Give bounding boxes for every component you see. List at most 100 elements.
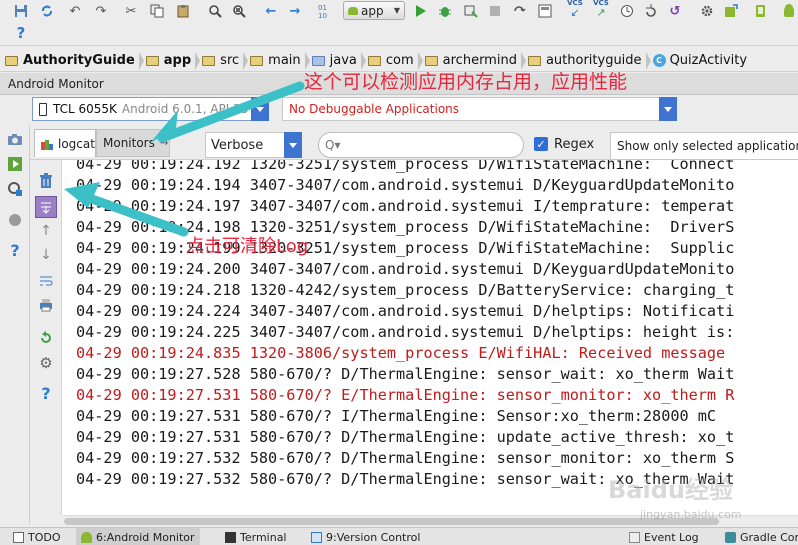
event-log-icon [629,531,640,543]
run-config-label: app [361,3,384,18]
help-icon[interactable]: ? [12,24,30,42]
vcs-update-icon[interactable]: VCS ↙ [566,0,584,18]
search-input[interactable]: Q▾ [318,132,524,158]
process-select[interactable]: No Debuggable Applications [282,97,677,121]
filter-select[interactable]: Show only selected application [610,132,798,160]
log-line: 04-29 00:19:24.225 3407-3407/com.android… [76,323,735,341]
tab-todo-label: TODO [28,530,61,544]
tab-android-monitor-label: Android Monitor [106,530,195,544]
debug-icon[interactable] [436,2,454,20]
android-icon [348,6,358,15]
help-icon[interactable]: ? [37,384,55,403]
settings-icon[interactable] [698,2,716,20]
tab-logcat[interactable]: logcat [34,129,96,157]
logcat-icon [41,139,53,150]
chevron-down-icon[interactable] [284,132,302,158]
device-select[interactable]: TCL 6055K Android 6.0.1, API 23 [32,97,269,121]
screenshot-icon[interactable] [6,130,24,148]
log-action-strip: ↑ ↓ ⚙ ? [30,160,62,515]
tab-prefix: 6: [96,530,107,544]
help-icon[interactable]: ? [6,241,24,260]
vcs-commit-icon[interactable]: VCS ↗ [592,0,610,18]
apply-changes-icon[interactable] [510,2,528,20]
log-line: 04-29 00:19:24.835 1320-3806/system_proc… [76,344,735,362]
annotation-monitor-note: 这个可以检测应用内存占用，应用性能 [304,71,628,93]
tab-todo[interactable]: TODO [8,528,66,545]
system-info-icon[interactable] [6,180,24,198]
android-device-icon[interactable] [780,2,798,20]
replace-icon[interactable] [230,2,248,20]
arrow-down-icon[interactable]: ↓ [37,246,55,264]
soft-wrap-icon[interactable] [37,272,55,290]
tab-version-control[interactable]: 9: Version Control [306,528,425,545]
clear-log-icon[interactable] [37,172,55,190]
redo-icon[interactable]: ↷ [92,2,110,20]
android-icon [81,531,92,543]
breadcrumb-label: QuizActivity [669,53,748,68]
tab-monitors[interactable]: Monitors → [96,129,170,157]
scrollbar-thumb[interactable] [64,518,719,525]
attach-debugger-icon[interactable] [462,2,480,20]
search-icon: Q▾ [325,138,341,152]
breadcrumb-label: archermind [442,53,517,68]
version-control-icon [311,531,322,543]
breadcrumb-label: app [163,53,192,68]
breadcrumb-item-project[interactable]: AuthorityGuide [0,50,144,72]
regex-checkbox[interactable]: ✓ [534,137,548,151]
main-toolbar: ↶ ↷ ✂ ← → 01 10 app ▼ VCS ↙ VCS ↗ ↺ ? [0,0,798,46]
package-icon [527,55,541,66]
log-line: 04-29 00:19:24.194 3407-3407/com.android… [76,176,735,194]
cut-icon[interactable]: ✂ [122,2,140,20]
log-line: 04-29 00:19:27.531 580-670/? D/ThermalEn… [76,428,735,446]
arrow-up-icon[interactable]: ↑ [37,222,55,240]
make-project-icon[interactable]: 01 10 [316,2,334,20]
tab-monitors-label: Monitors [103,136,155,150]
undo-icon[interactable]: ↶ [66,2,84,20]
class-icon: C [652,54,666,67]
breadcrumb-item-quizactivity[interactable]: C QuizActivity [648,50,754,72]
tab-android-monitor[interactable]: 6: Android Monitor [76,528,200,545]
svg-text:10: 10 [318,12,327,19]
scroll-to-end-icon[interactable] [35,196,57,218]
log-line: 04-29 00:19:24.192 1320-3251/system_proc… [76,160,735,173]
terminate-icon[interactable] [6,211,24,229]
log-level-label: Verbose [211,137,264,153]
restart-icon[interactable] [37,328,55,346]
revert-icon[interactable] [642,2,660,20]
log-level-select[interactable]: Verbose [205,132,302,158]
back-icon[interactable]: ← [262,2,280,20]
paste-icon[interactable] [174,2,192,20]
tab-gradle-console[interactable]: Gradle Cons [720,528,798,545]
breadcrumb-item-main[interactable]: main [245,50,310,72]
log-line: 04-29 00:19:24.200 3407-3407/com.android… [76,260,735,278]
chevron-down-icon[interactable] [659,97,677,121]
screen-record-icon[interactable] [6,155,24,173]
tab-event-log[interactable]: Event Log [624,528,704,545]
run-configuration-select[interactable]: app ▼ [343,1,405,20]
stop-icon[interactable] [486,2,504,20]
tab-version-control-label: Version Control [336,530,421,544]
device-name: TCL 6055K [53,102,117,116]
copy-icon[interactable] [148,2,166,20]
sync-icon[interactable] [38,2,56,20]
gradle-icon [725,531,736,543]
logcat-output[interactable]: 04-29 00:19:24.192 1320-3251/system_proc… [62,160,798,515]
history-icon[interactable] [618,2,636,20]
forward-icon[interactable]: → [286,2,304,20]
process-label: No Debuggable Applications [289,102,460,116]
run-icon[interactable] [412,2,430,20]
tab-terminal[interactable]: Terminal [220,528,292,545]
find-icon[interactable] [206,2,224,20]
breadcrumb-item-src[interactable]: src [197,50,249,72]
layout-icon[interactable] [536,2,554,20]
gear-icon[interactable]: ⚙ [37,354,55,372]
rollback-icon[interactable]: ↺ [666,2,684,20]
save-icon[interactable] [12,2,30,20]
chevron-down-icon[interactable] [251,97,269,121]
monitor-tool-strip: ? [0,125,30,525]
avd-manager-icon[interactable] [752,2,770,20]
print-icon[interactable] [37,296,55,314]
breadcrumb-item-module[interactable]: app [141,50,201,72]
logcat-toolbar: logcat Monitors → Verbose Q▾ ✓ Regex Sho… [30,125,798,160]
sdk-manager-icon[interactable] [722,2,740,20]
